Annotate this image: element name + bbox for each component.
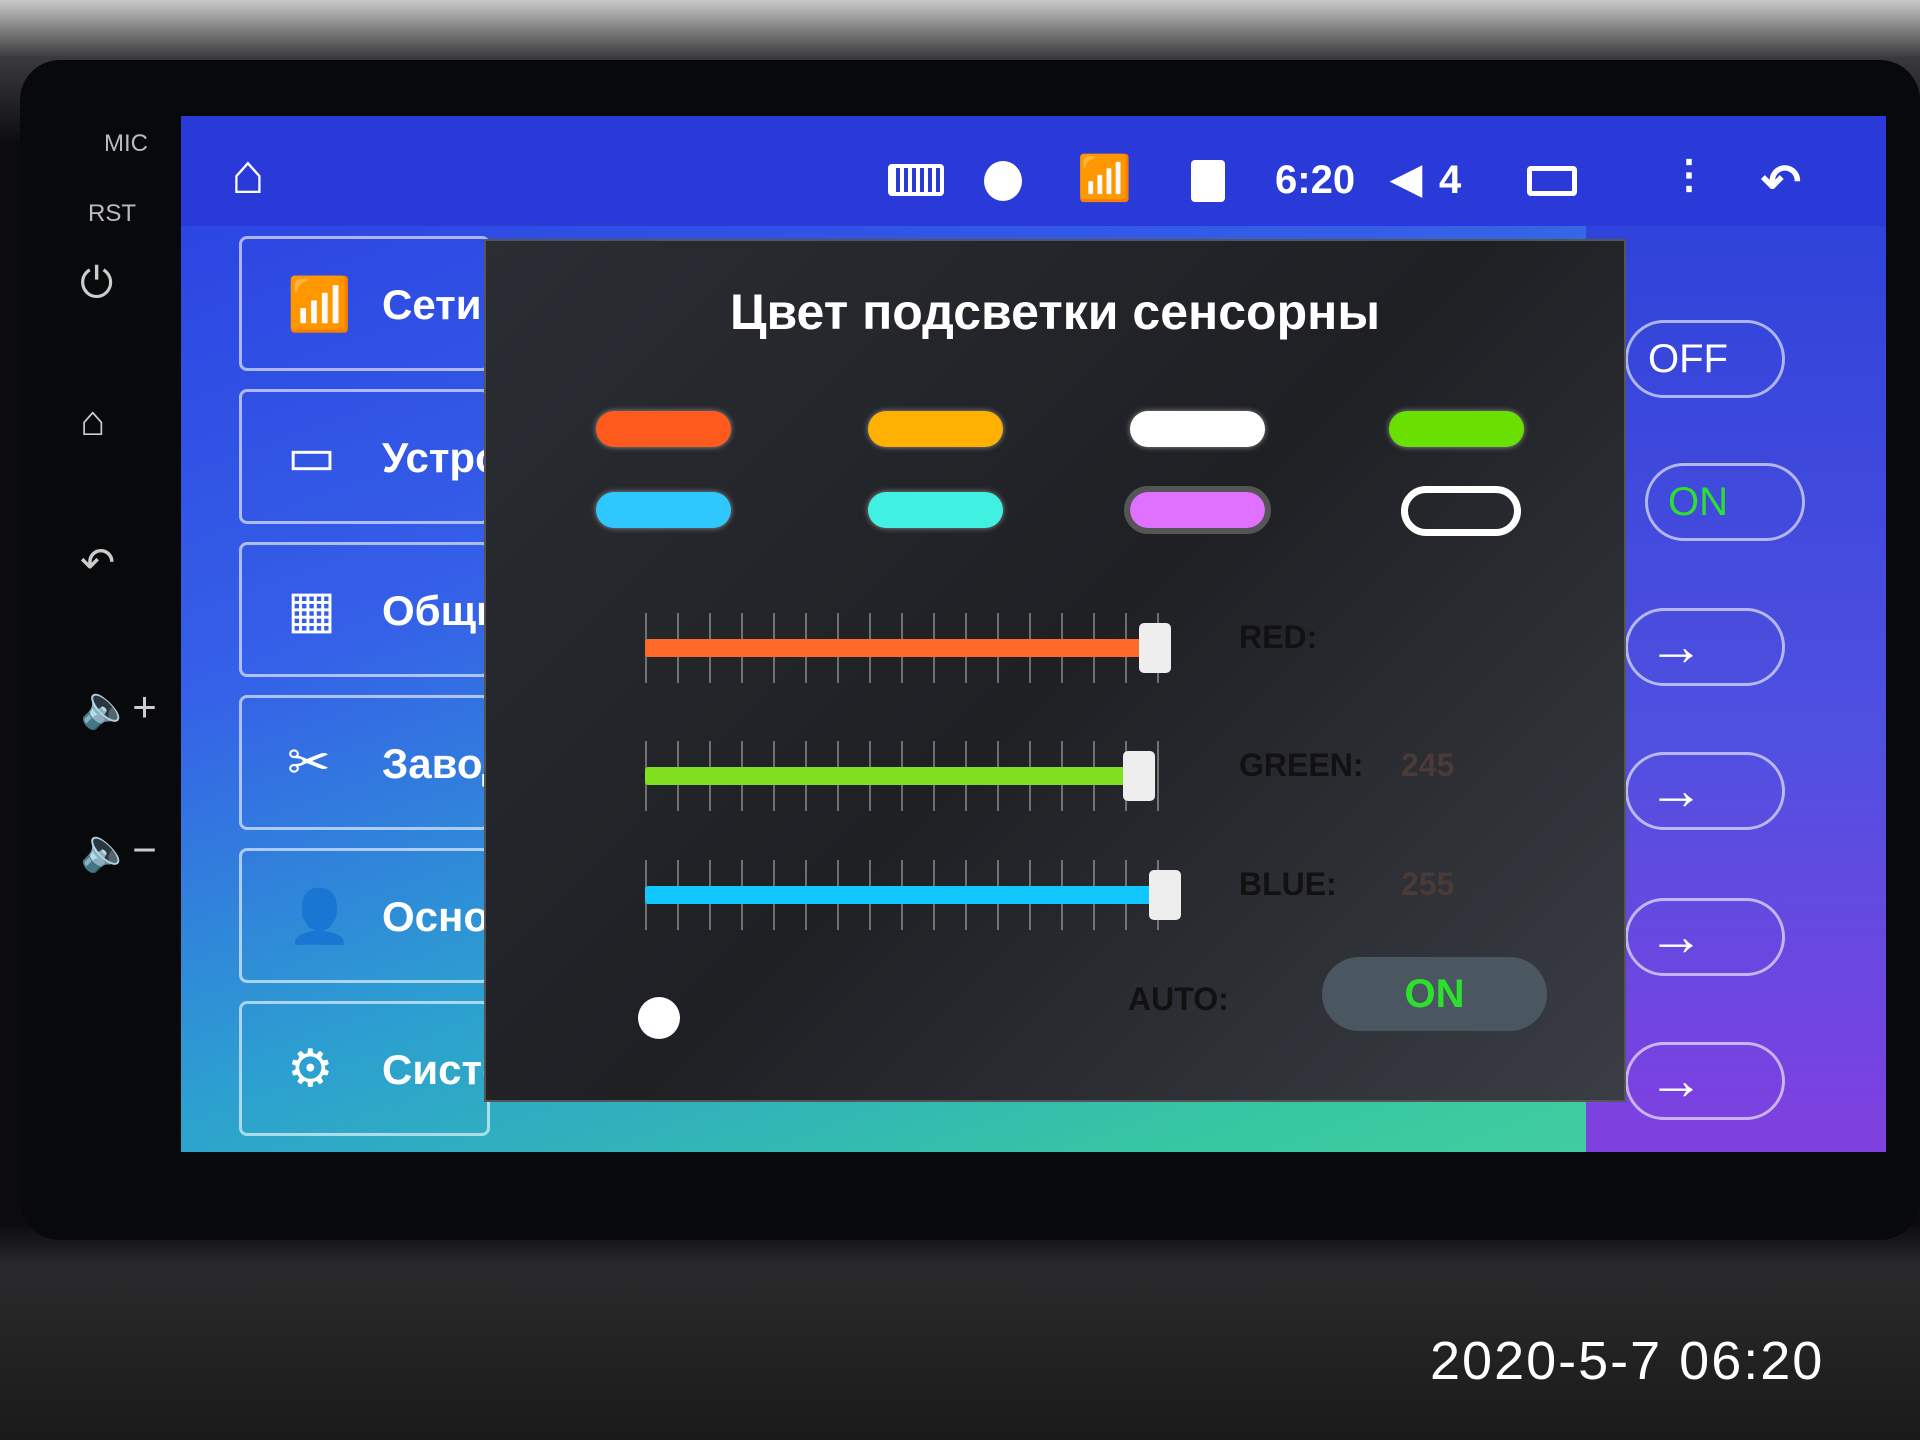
auto-toggle[interactable]: ON [1322,957,1547,1031]
sidebar-item[interactable]: ▭Устройство [239,389,621,524]
device-icon: ▭ [287,428,337,486]
color-preset[interactable] [1389,411,1524,447]
color-preset[interactable] [1130,411,1265,447]
sidebar-item[interactable]: ▦ Общие [239,542,525,677]
channel-value: 245 [1401,747,1455,783]
auto-label: AUTO: [1128,981,1229,1017]
back-icon[interactable]: ↶ [80,538,115,587]
channel-label: GREEN: [1239,747,1364,783]
repeat-icon[interactable] [1401,486,1521,536]
channel-label: RED: [1239,619,1318,655]
battery-icon [888,164,944,196]
color-preset[interactable] [596,492,731,528]
sidebar-item[interactable]: 📶 Сети [239,236,490,371]
sidebar-item[interactable]: ✂Заводские [239,695,602,830]
arrow-button[interactable]: → [1625,608,1785,686]
recent-apps-icon[interactable] [1527,166,1577,196]
bluetooth-icon [984,161,1022,201]
mic-label: MIC [104,130,148,157]
grid-icon: ▦ [287,581,337,639]
wifi-icon: 📶 [1077,154,1132,203]
channel-label: BLUE: [1239,866,1337,902]
arrow-button[interactable]: → [1625,898,1785,976]
color-preset[interactable] [868,492,1003,528]
backlight-color-dialog: Цвет подсветки сенсорны RED: GREEN: 245 BLU… [484,239,1626,1102]
clock: 6:20 [1275,158,1356,202]
color-slider-track[interactable] [645,639,1155,657]
volume-level: 4 [1439,158,1462,202]
volume-down-icon[interactable]: 🔈− [80,826,157,875]
back-icon[interactable]: ↶ [1761,154,1801,210]
status-bar: ⌂ 📶 6:20 ◀ 4 ⋮ ↶ [181,116,1886,226]
on-toggle[interactable]: ON [1645,463,1805,541]
arrow-button[interactable]: → [1625,752,1785,830]
sidebar-item[interactable]: ⚙ Система [239,1001,559,1136]
color-slider-track[interactable] [645,767,1139,785]
color-preset[interactable] [1124,486,1271,534]
tools-icon: ✂ [287,734,331,792]
user-icon: 👤 [287,888,352,946]
rst-label: RST [88,200,136,227]
arrow-button[interactable]: → [1625,1042,1785,1120]
off-toggle[interactable]: OFF [1625,320,1785,398]
sd-card-icon [1191,160,1225,202]
sidebar-item-label: Сети [382,281,482,328]
menu-icon[interactable]: ⋮ [1669,152,1709,198]
gear-icon: ⚙ [287,1040,334,1098]
home-icon[interactable]: ⌂ [80,397,105,445]
slider-thumb[interactable] [1123,751,1155,801]
home-icon[interactable]: ⌂ [231,141,265,206]
color-preset[interactable] [596,411,731,447]
color-picker-dot[interactable] [638,997,680,1039]
photo-timestamp: 2020-5-7 06:20 [1430,1331,1825,1391]
volume-icon[interactable]: ◀ [1391,156,1422,202]
channel-value: 255 [1401,866,1455,902]
wifi-icon: 📶 [287,276,352,334]
color-preset[interactable] [868,411,1003,447]
color-slider-track[interactable] [645,886,1165,904]
dialog-title: Цвет подсветки сенсорны [729,284,1381,340]
slider-thumb[interactable] [1149,870,1181,920]
volume-up-icon[interactable]: 🔈+ [80,683,157,732]
power-icon[interactable]: ⏻ [80,259,113,308]
slider-thumb[interactable] [1138,623,1171,673]
sidebar-item[interactable]: 👤Основные [239,848,599,983]
